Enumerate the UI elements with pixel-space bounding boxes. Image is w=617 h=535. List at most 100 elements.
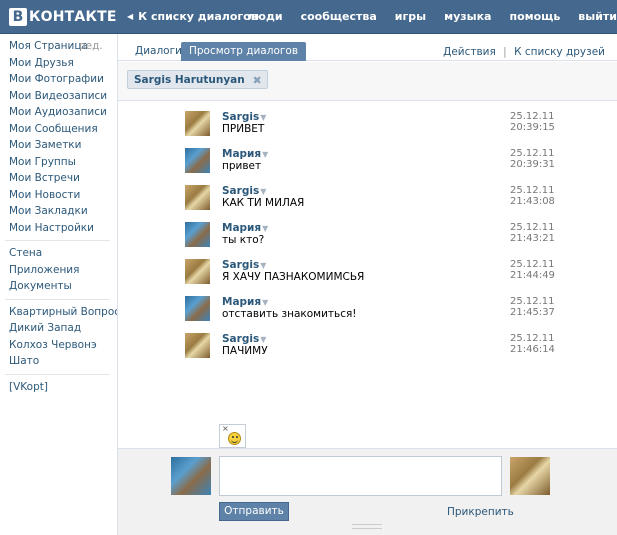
sidebar-item-audio[interactable]: Мои Аудиозаписи <box>0 104 118 121</box>
sidebar-item-photos[interactable]: Мои Фотографии <box>0 71 118 88</box>
peer-name: Sargis Harutunyan <box>134 74 245 86</box>
nav-help[interactable]: помощь <box>509 10 560 23</box>
resize-grip[interactable] <box>352 524 382 529</box>
message-text: ПРИВЕТ <box>222 123 265 135</box>
message-row: Sargis▼ Я ХАЧУ ПАЗНАКОМИМСЬЯ 25.12.11 21:… <box>185 259 555 296</box>
message-author[interactable]: Sargis▼ <box>222 185 266 197</box>
sidebar-item-news[interactable]: Мои Новости <box>0 187 118 204</box>
message-row: Sargis▼ ПРИВЕТ 25.12.11 20:39:15 <box>185 111 555 148</box>
tab-view-dialogs[interactable]: Просмотр диалогов <box>181 42 307 61</box>
message-text: Я ХАЧУ ПАЗНАКОМИМСЬЯ <box>222 271 365 283</box>
message-timestamp: 25.12.11 21:44:49 <box>510 259 555 281</box>
sidebar-item-groups[interactable]: Мои Группы <box>0 154 118 171</box>
caret-down-icon[interactable]: ▼ <box>260 113 266 122</box>
peer-chip[interactable]: Sargis Harutunyan ✖ <box>127 70 268 89</box>
sidebar-item-friends[interactable]: Мои Друзья <box>0 55 118 72</box>
message-row: Мария▼ отставить знакомиться! 25.12.11 21… <box>185 296 555 333</box>
avatar[interactable] <box>185 111 210 136</box>
sidebar-item-videos[interactable]: Мои Видеозаписи <box>0 88 118 105</box>
message-row: Мария▼ ты кто? 25.12.11 21:43:21 <box>185 222 555 259</box>
sidebar-divider <box>5 240 110 241</box>
nav-logout[interactable]: выйти <box>578 10 617 23</box>
send-button[interactable]: Отправить <box>219 502 289 521</box>
message-author[interactable]: Мария▼ <box>222 296 268 308</box>
emoji-picker-button[interactable]: × <box>219 424 246 448</box>
message-timestamp: 25.12.11 20:39:31 <box>510 148 555 170</box>
message-timestamp: 25.12.11 20:39:15 <box>510 111 555 133</box>
avatar[interactable] <box>185 148 210 173</box>
main-panel: Диалоги Просмотр диалогов Действия | К с… <box>117 34 617 535</box>
vk-logo[interactable]: В КОНТАКТЕ <box>9 7 117 27</box>
sidebar-item-wall[interactable]: Стена <box>0 245 118 262</box>
sidebar-item-messages[interactable]: Мои Сообщения <box>0 121 118 138</box>
message-text: ты кто? <box>222 234 265 246</box>
link-separator: | <box>503 46 507 58</box>
sidebar-item-app-shato[interactable]: Шато <box>0 353 118 370</box>
back-arrow-icon: ◀ <box>127 12 134 21</box>
nav-people[interactable]: люди <box>247 10 282 23</box>
logo-text: КОНТАКТЕ <box>29 9 117 25</box>
message-author[interactable]: Мария▼ <box>222 222 268 234</box>
emoji-close-icon[interactable]: × <box>222 424 229 433</box>
sidebar-edit-link[interactable]: ред. <box>79 38 103 55</box>
left-menu: Моя Страница ред. Мои Друзья Мои Фотогра… <box>0 34 120 535</box>
sidebar-item-app-kolkhoz[interactable]: Колхоз Червонэ <box>0 337 118 354</box>
sidebar-item-settings[interactable]: Мои Настройки <box>0 220 118 237</box>
avatar[interactable] <box>185 222 210 247</box>
caret-down-icon[interactable]: ▼ <box>260 187 266 196</box>
close-icon[interactable]: ✖ <box>253 71 262 90</box>
sidebar-item-label: Моя Страница <box>9 40 88 52</box>
nav-communities[interactable]: сообщества <box>301 10 377 23</box>
back-to-dialogs-link[interactable]: ◀ К списку диалогов <box>127 10 258 23</box>
sidebar-item-documents[interactable]: Документы <box>0 278 118 295</box>
message-author[interactable]: Sargis▼ <box>222 111 266 123</box>
logo-mark: В <box>9 8 27 26</box>
message-author[interactable]: Мария▼ <box>222 148 268 160</box>
peer-bar: Sargis Harutunyan ✖ <box>118 62 617 101</box>
nav-games[interactable]: игры <box>395 10 426 23</box>
sidebar-item-my-page[interactable]: Моя Страница ред. <box>0 38 118 55</box>
avatar[interactable] <box>185 259 210 284</box>
tabs-bar: Диалоги Просмотр диалогов Действия | К с… <box>118 34 617 61</box>
message-timestamp: 25.12.11 21:43:08 <box>510 185 555 207</box>
to-friends-link[interactable]: К списку друзей <box>514 46 605 58</box>
sidebar-item-bookmarks[interactable]: Мои Закладки <box>0 203 118 220</box>
message-row: Мария▼ привет 25.12.11 20:39:31 <box>185 148 555 185</box>
sidebar-item-app-dikiy-zapad[interactable]: Дикий Запад <box>0 320 118 337</box>
message-text: ПАЧИМУ <box>222 345 268 357</box>
avatar[interactable] <box>185 333 210 358</box>
sidebar-item-notes[interactable]: Мои Заметки <box>0 137 118 154</box>
message-timestamp: 25.12.11 21:43:21 <box>510 222 555 244</box>
caret-down-icon[interactable]: ▼ <box>260 261 266 270</box>
message-author[interactable]: Sargis▼ <box>222 259 266 271</box>
sidebar-divider <box>5 373 110 375</box>
peer-avatar[interactable] <box>510 457 550 495</box>
top-nav: люди сообщества игры музыка помощь выйти <box>247 10 617 23</box>
caret-down-icon[interactable]: ▼ <box>262 150 268 159</box>
tabs-right-links: Действия | К списку друзей <box>443 46 605 58</box>
message-text: отставить знакомиться! <box>222 308 357 320</box>
avatar[interactable] <box>185 296 210 321</box>
message-timestamp: 25.12.11 21:46:14 <box>510 333 555 355</box>
nav-music[interactable]: музыка <box>444 10 491 23</box>
message-input[interactable] <box>219 456 502 496</box>
sidebar-item-apps[interactable]: Приложения <box>0 262 118 279</box>
message-author[interactable]: Sargis▼ <box>222 333 266 345</box>
message-row: Sargis▼ КАК ТИ МИЛАЯ 25.12.11 21:43:08 <box>185 185 555 222</box>
my-avatar[interactable] <box>171 457 211 495</box>
sidebar-item-vkopt[interactable]: [VKopt] <box>0 379 118 396</box>
sidebar-divider <box>5 298 110 300</box>
message-timestamp: 25.12.11 21:45:37 <box>510 296 555 318</box>
sidebar-item-app-kvartirny[interactable]: Квартирный Вопрос <box>0 304 120 321</box>
caret-down-icon[interactable]: ▼ <box>262 224 268 233</box>
attach-link[interactable]: Прикрепить <box>447 506 514 518</box>
message-text: привет <box>222 160 262 172</box>
actions-link[interactable]: Действия <box>443 46 496 58</box>
caret-down-icon[interactable]: ▼ <box>260 335 266 344</box>
smiley-icon <box>228 432 241 445</box>
avatar[interactable] <box>185 185 210 210</box>
back-to-dialogs-label: К списку диалогов <box>138 10 258 23</box>
caret-down-icon[interactable]: ▼ <box>262 298 268 307</box>
sidebar-item-events[interactable]: Мои Встречи <box>0 170 118 187</box>
top-header: В КОНТАКТЕ ◀ К списку диалогов люди сооб… <box>0 0 617 34</box>
